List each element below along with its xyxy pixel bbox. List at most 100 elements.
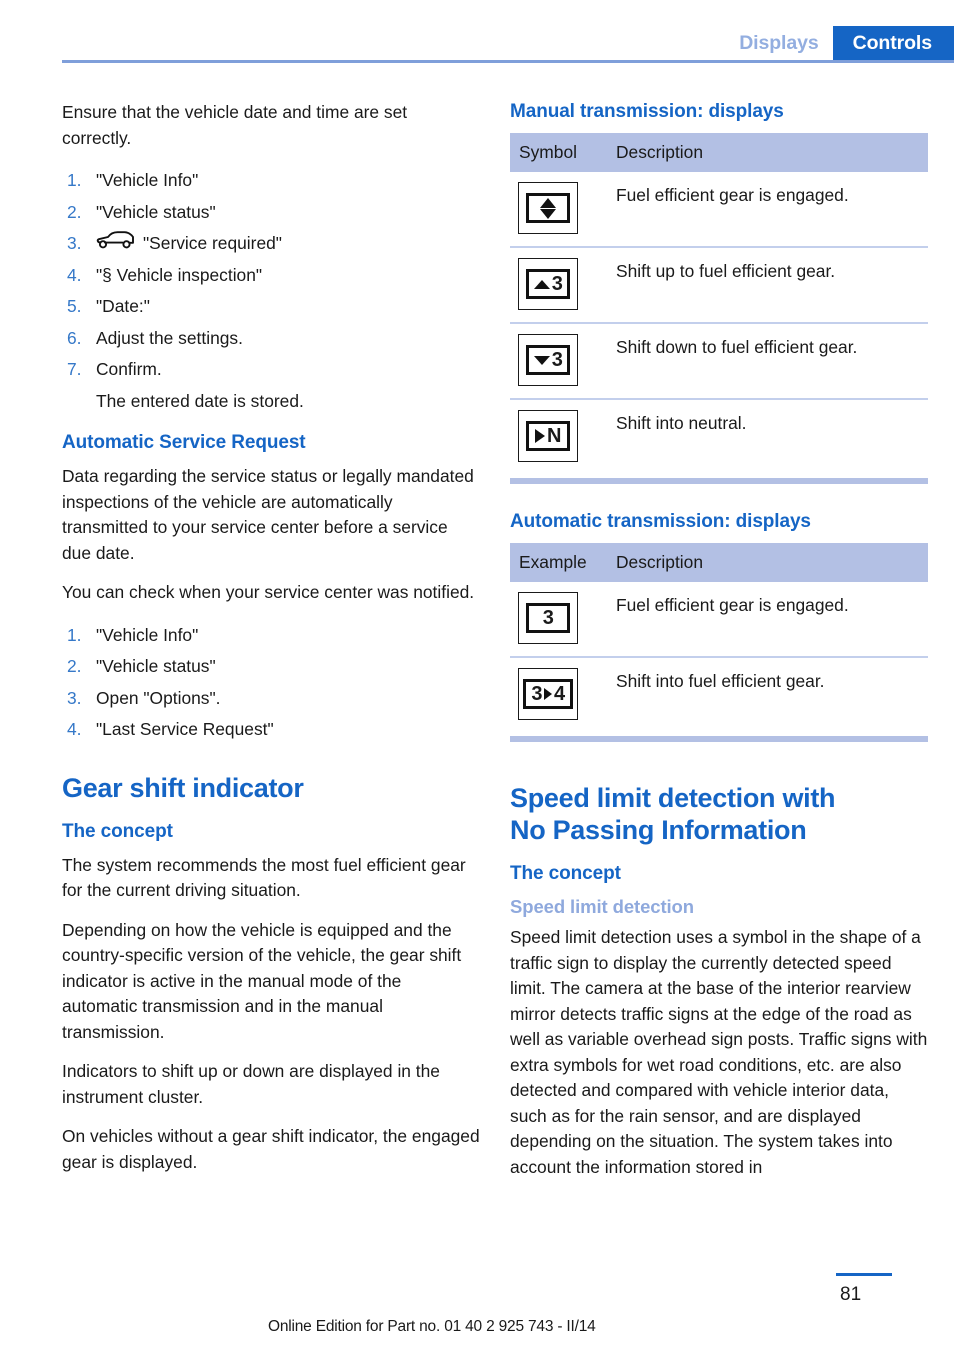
description-cell: Shift into fuel efficient gear. xyxy=(607,656,928,732)
description-cell: Fuel efficient gear is engaged. xyxy=(616,185,849,205)
table-header-row: Example Description xyxy=(510,543,928,582)
date-steps-list: 1. "Vehicle Info" 2. "Vehicle status" 3. xyxy=(62,165,480,417)
step-text: "§ Vehicle inspection" xyxy=(96,264,263,285)
tab-controls[interactable]: Controls xyxy=(832,26,954,60)
cluster-symbol: 3 4 xyxy=(518,668,578,720)
column-header-example: Example xyxy=(510,543,607,582)
title-line-1: Speed limit detection with xyxy=(510,783,836,813)
page-number-block: 81 xyxy=(836,1273,892,1306)
heading-automatic-service-request: Automatic Service Request xyxy=(62,432,306,453)
gsi-paragraph-2: Depending on how the vehicle is equipped… xyxy=(62,919,462,1042)
step-text: Confirm. xyxy=(96,359,162,379)
asr-paragraph-1: Data regarding the service status or leg… xyxy=(62,466,474,563)
left-column: Ensure that the vehicle date and time ar… xyxy=(62,100,480,1175)
column-header-description: Description xyxy=(607,133,928,172)
list-item-result: The entered date is stored. xyxy=(62,386,480,418)
up-down-arrow-icon xyxy=(540,197,556,219)
gear-number-from: 3 xyxy=(531,683,542,705)
step-text: "Vehicle Info" xyxy=(96,170,199,190)
column-header-symbol: Symbol xyxy=(510,133,607,172)
step-text: "Service required" xyxy=(143,233,282,253)
table-row: 3 4 Shift into fuel efficient gear. xyxy=(510,656,928,732)
gear-number: 3 xyxy=(542,607,554,629)
cluster-symbol: 3 xyxy=(518,592,578,644)
manual-transmission-table: Symbol Description Fuel efficient gear i… xyxy=(510,133,928,474)
step-text: The entered date is stored. xyxy=(96,390,304,411)
table-bottom-bar xyxy=(510,736,928,742)
page-header: Displays Controls xyxy=(0,0,954,78)
step-number: 3. xyxy=(67,687,82,708)
list-item: 3. Open "Options". xyxy=(62,683,480,715)
list-item: 7. Confirm. xyxy=(62,354,480,386)
cluster-symbol xyxy=(518,182,578,234)
list-item: 1. "Vehicle Info" xyxy=(62,165,480,197)
heading-automatic-transmission-displays: Automatic transmission: displays xyxy=(510,511,811,532)
cluster-symbol: N xyxy=(518,410,578,462)
step-number: 4. xyxy=(67,719,82,739)
step-number: 1. xyxy=(67,624,82,645)
description-cell: Shift down to fuel efficient gear. xyxy=(607,322,928,399)
page-number: 81 xyxy=(840,1284,862,1305)
cluster-symbol: 3 xyxy=(518,334,578,386)
step-text: "Last Service Request" xyxy=(96,719,274,739)
header-tabs: Displays Controls xyxy=(725,26,954,60)
heading-the-concept: The concept xyxy=(510,863,621,884)
intro-paragraph: Ensure that the vehicle date and time ar… xyxy=(62,102,408,148)
symbol-cell: 3 xyxy=(510,582,607,657)
step-text: "Vehicle status" xyxy=(96,656,216,676)
cluster-symbol: 3 xyxy=(518,258,578,310)
header-divider xyxy=(62,60,954,63)
symbol-cell xyxy=(510,172,607,247)
table-row: N Shift into neutral. xyxy=(510,398,928,474)
step-text: "Date:" xyxy=(96,296,150,316)
arrow-right-icon xyxy=(544,688,552,700)
gsi-paragraph-3: Indicators to shift up or down are displ… xyxy=(62,1061,440,1107)
table-row: 3 Shift up to fuel efficient gear. xyxy=(510,246,928,323)
description-cell: Fuel efficient gear is engaged. xyxy=(616,595,849,615)
gear-number: 3 xyxy=(551,273,563,295)
right-column: Manual transmission: displays Symbol Des… xyxy=(510,100,928,1180)
symbol-cell: 3 xyxy=(510,246,607,323)
tab-displays[interactable]: Displays xyxy=(725,26,832,60)
symbol-cell: 3 xyxy=(510,322,607,399)
step-text: "Vehicle status" xyxy=(96,201,216,222)
sl-paragraph-1: Speed limit detection uses a symbol in t… xyxy=(510,927,928,1177)
step-number: 5. xyxy=(67,296,82,316)
table-row: Fuel efficient gear is engaged. xyxy=(510,172,928,247)
step-number: 4. xyxy=(67,264,82,285)
table-header-row: Symbol Description xyxy=(510,133,928,172)
list-item: 5. "Date:" xyxy=(62,291,480,323)
step-number: 7. xyxy=(67,359,82,379)
description-cell: Shift up to fuel efficient gear. xyxy=(607,246,928,323)
step-text: Open "Options". xyxy=(96,687,221,708)
heading-manual-transmission-displays: Manual transmission: displays xyxy=(510,101,784,122)
heading-the-concept: The concept xyxy=(62,820,173,842)
page-footer: Online Edition for Part no. 01 40 2 925 … xyxy=(0,1264,954,1354)
step-number: 3. xyxy=(67,233,82,253)
list-item: 2. "Vehicle status" xyxy=(62,197,480,229)
arrow-down-icon xyxy=(533,355,550,365)
asr-paragraph-2: You can check when your service center w… xyxy=(62,582,475,602)
table-bottom-bar xyxy=(510,478,928,484)
heading-gear-shift-indicator: Gear shift indicator xyxy=(62,772,304,803)
page-number-rule xyxy=(836,1273,892,1276)
gsi-paragraph-4: On vehicles without a gear shift indicat… xyxy=(62,1126,480,1172)
list-item: 6. Adjust the settings. xyxy=(62,323,480,355)
list-item: 4. "§ Vehicle inspection" xyxy=(62,260,480,292)
car-side-icon xyxy=(96,228,136,260)
step-number: 2. xyxy=(67,201,82,222)
gear-number: 3 xyxy=(551,349,563,371)
step-number: 1. xyxy=(67,170,82,190)
table-row: 3 Shift down to fuel efficient gear. xyxy=(510,322,928,399)
list-item: 2. "Vehicle status" xyxy=(62,651,480,683)
list-item: 4. "Last Service Request" xyxy=(62,714,480,746)
step-text: Adjust the settings. xyxy=(96,327,243,348)
step-text: "Vehicle Info" xyxy=(96,624,199,645)
manual-page: Displays Controls Ensure that the vehicl… xyxy=(0,0,954,1354)
description-cell: Shift into neutral. xyxy=(607,398,928,474)
column-header-description: Description xyxy=(607,543,928,582)
symbol-cell: N xyxy=(510,398,607,474)
gsi-paragraph-1: The system recommends the most fuel effi… xyxy=(62,854,466,901)
asr-steps-list: 1. "Vehicle Info" 2. "Vehicle status" 3.… xyxy=(62,620,480,746)
heading-speed-limit-detection: Speed limit detection with No Passing In… xyxy=(510,782,928,846)
